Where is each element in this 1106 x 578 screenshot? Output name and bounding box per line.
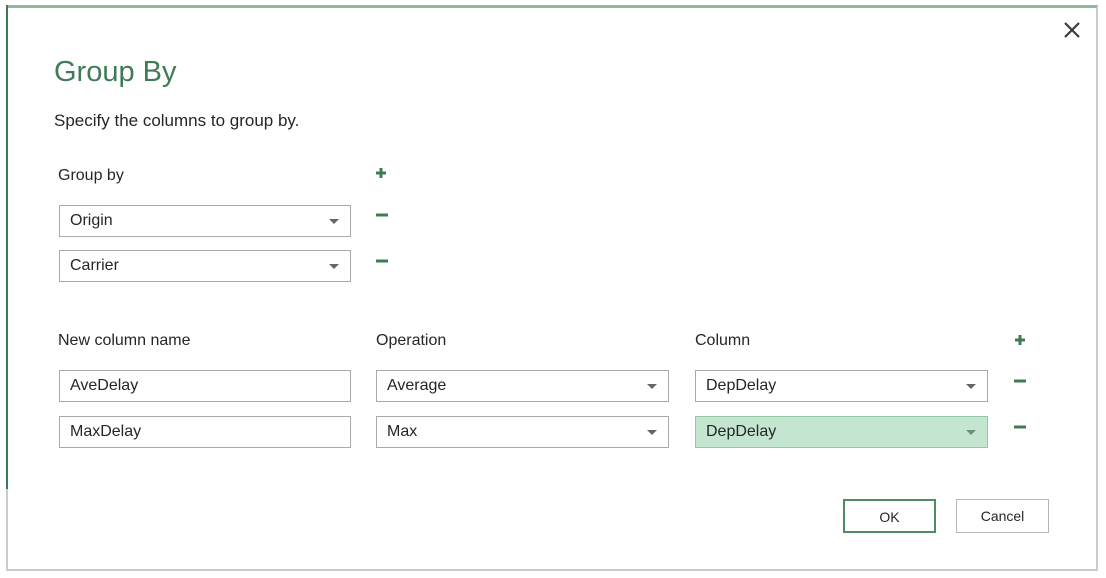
chevron-down-icon: [966, 430, 976, 435]
new-column-name-value: AveDelay: [70, 377, 139, 394]
minus-icon: [1014, 379, 1026, 383]
remove-aggregation-button[interactable]: [1013, 420, 1027, 434]
add-group-by-button[interactable]: [374, 166, 388, 180]
add-aggregation-button[interactable]: [1013, 333, 1027, 347]
close-icon[interactable]: [1060, 18, 1084, 42]
ok-button[interactable]: OK: [843, 499, 936, 533]
dialog-title: Group By: [54, 56, 177, 88]
dialog-subtitle: Specify the columns to group by.: [54, 111, 300, 130]
column-value: DepDelay: [706, 377, 777, 394]
dialog-left-border: [6, 5, 8, 489]
chevron-down-icon: [647, 430, 657, 435]
minus-icon: [1014, 425, 1026, 429]
minus-icon: [376, 213, 388, 217]
remove-group-by-origin-button[interactable]: [375, 208, 389, 222]
new-column-name-input[interactable]: AveDelay: [59, 370, 351, 402]
plus-icon: [1015, 335, 1025, 345]
group-by-select-value: Carrier: [70, 257, 119, 274]
column-value: DepDelay: [706, 423, 777, 440]
remove-aggregation-button[interactable]: [1013, 374, 1027, 388]
operation-select[interactable]: Max: [376, 416, 669, 448]
group-by-label: Group by: [58, 167, 124, 184]
remove-group-by-carrier-button[interactable]: [375, 254, 389, 268]
minus-icon: [376, 259, 388, 263]
operation-value: Average: [387, 377, 447, 394]
chevron-down-icon: [329, 264, 339, 269]
new-column-name-value: MaxDelay: [70, 423, 142, 440]
chevron-down-icon: [647, 384, 657, 389]
group-by-select-value: Origin: [70, 212, 113, 229]
column-select[interactable]: DepDelay: [695, 416, 988, 448]
group-by-dialog: [6, 5, 1098, 571]
new-column-name-input[interactable]: MaxDelay: [59, 416, 351, 448]
group-by-select-carrier[interactable]: Carrier: [59, 250, 351, 282]
operation-header: Operation: [376, 332, 447, 349]
operation-value: Max: [387, 423, 418, 440]
new-column-name-header: New column name: [58, 332, 191, 349]
chevron-down-icon: [329, 219, 339, 224]
operation-select[interactable]: Average: [376, 370, 669, 402]
column-select[interactable]: DepDelay: [695, 370, 988, 402]
plus-icon: [376, 168, 386, 178]
chevron-down-icon: [966, 384, 976, 389]
group-by-select-origin[interactable]: Origin: [59, 205, 351, 237]
cancel-button[interactable]: Cancel: [956, 499, 1049, 533]
column-header: Column: [695, 332, 751, 349]
